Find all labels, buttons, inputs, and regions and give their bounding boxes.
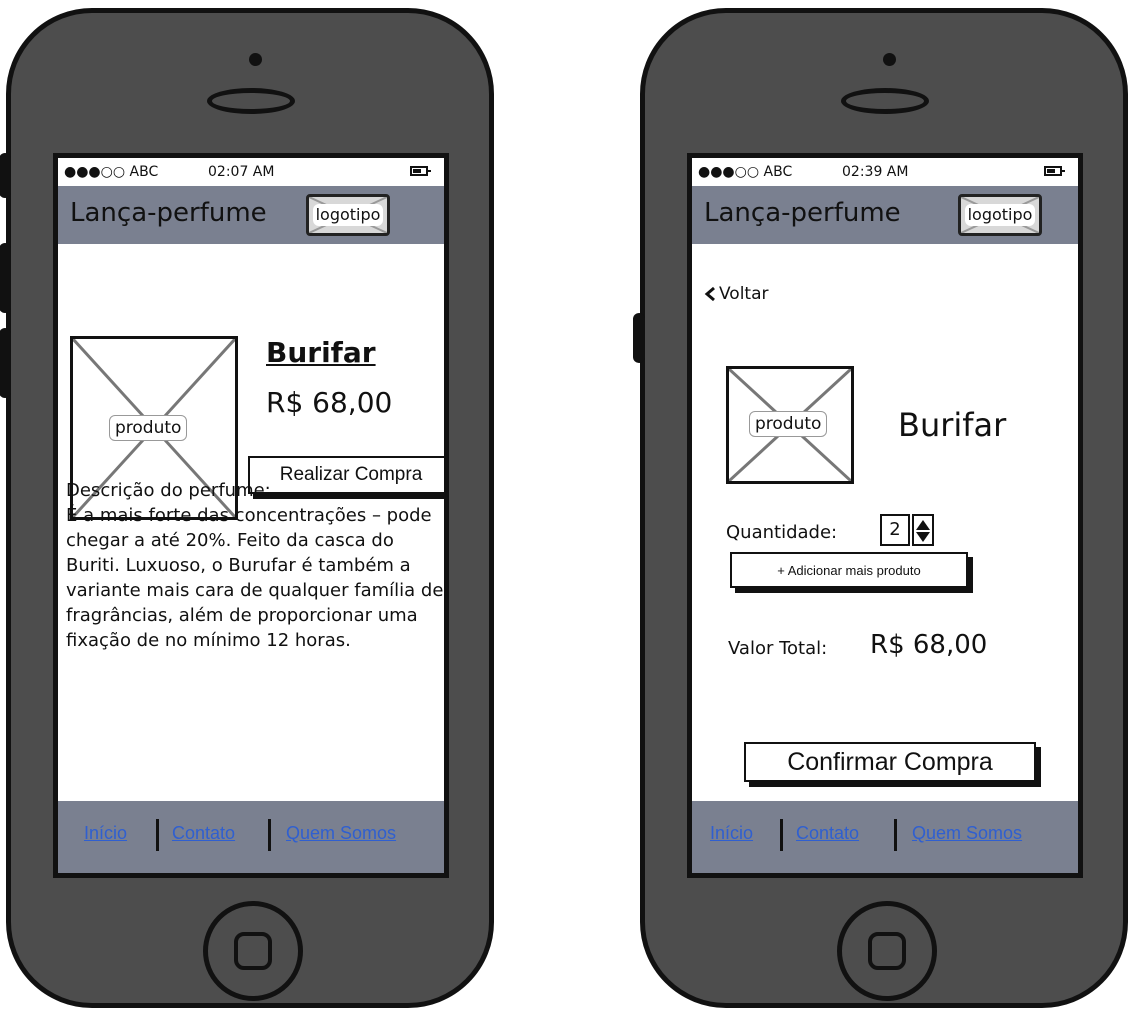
home-button[interactable] [203, 901, 303, 1001]
footer-divider [156, 819, 159, 851]
description-text: É a mais forte das concentrações – pode … [66, 505, 444, 651]
camera-icon [249, 53, 262, 66]
product-price: R$ 68,00 [266, 386, 393, 419]
screen: ●●●○○ ABC 02:39 AM Lança-perfume logotip… [687, 153, 1083, 878]
total-value: R$ 68,00 [870, 630, 988, 660]
logo-label: logotipo [313, 204, 383, 226]
status-time: 02:07 AM [208, 164, 275, 180]
quantity-input[interactable]: 2 [880, 514, 910, 546]
product-image-label: produto [749, 411, 828, 437]
product-image-label: produto [109, 415, 188, 441]
chevron-left-icon [704, 286, 715, 302]
product-image: produto [726, 366, 854, 484]
battery-icon [410, 166, 431, 176]
app-title: Lança-perfume [70, 198, 267, 228]
footer-link-inicio[interactable]: Início [84, 823, 127, 844]
confirm-purchase-button[interactable]: Confirmar Compra [744, 742, 1036, 782]
footer-link-quem-somos[interactable]: Quem Somos [912, 823, 1022, 844]
app-header: Lança-perfume logotipo [58, 186, 444, 244]
camera-icon [883, 53, 896, 66]
back-label: Voltar [719, 284, 769, 304]
speaker-icon [841, 88, 929, 114]
product-name: Burifar [898, 406, 1007, 444]
footer-divider [894, 819, 897, 851]
logo-placeholder: logotipo [958, 194, 1042, 236]
description-title: Descrição do perfume: [66, 480, 271, 501]
logo-label: logotipo [965, 204, 1035, 226]
footer-link-quem-somos[interactable]: Quem Somos [286, 823, 396, 844]
home-button[interactable] [837, 901, 937, 1001]
volume-up-button [0, 243, 11, 313]
quantity-stepper[interactable] [912, 514, 934, 546]
back-link[interactable]: Voltar [704, 284, 769, 304]
speaker-icon [207, 88, 295, 114]
screen: ●●●○○ ABC 02:07 AM Lança-perfume logotip… [53, 153, 449, 878]
footer-link-inicio[interactable]: Início [710, 823, 753, 844]
side-button [633, 313, 645, 363]
footer-nav: Início Contato Quem Somos [692, 801, 1078, 873]
status-bar: ●●●○○ ABC 02:07 AM [58, 158, 444, 186]
volume-down-button [0, 328, 11, 398]
status-bar: ●●●○○ ABC 02:39 AM [692, 158, 1078, 186]
total-label: Valor Total: [728, 638, 828, 659]
footer-link-contato[interactable]: Contato [796, 823, 859, 844]
app-header: Lança-perfume logotipo [692, 186, 1078, 244]
logo-placeholder: logotipo [306, 194, 390, 236]
footer-divider [268, 819, 271, 851]
battery-icon [1044, 166, 1065, 176]
app-title: Lança-perfume [704, 198, 901, 228]
add-more-product-button[interactable]: + Adicionar mais produto [730, 552, 968, 588]
status-time: 02:39 AM [842, 164, 909, 180]
footer-divider [780, 819, 783, 851]
phone-checkout: ●●●○○ ABC 02:39 AM Lança-perfume logotip… [633, 8, 1128, 1008]
carrier-signal: ●●●○○ ABC [698, 164, 793, 180]
home-icon [868, 932, 906, 970]
product-description: Descrição do perfume: É a mais forte das… [66, 478, 444, 653]
stepper-arrows-icon [916, 520, 930, 542]
carrier-signal: ●●●○○ ABC [64, 164, 159, 180]
phone-product-detail: ●●●○○ ABC 02:07 AM Lança-perfume logotip… [0, 8, 494, 1008]
footer-nav: Início Contato Quem Somos [58, 801, 444, 873]
mute-switch [0, 153, 11, 198]
home-icon [234, 932, 272, 970]
product-name: Burifar [266, 336, 376, 369]
quantity-label: Quantidade: [726, 522, 838, 543]
footer-link-contato[interactable]: Contato [172, 823, 235, 844]
